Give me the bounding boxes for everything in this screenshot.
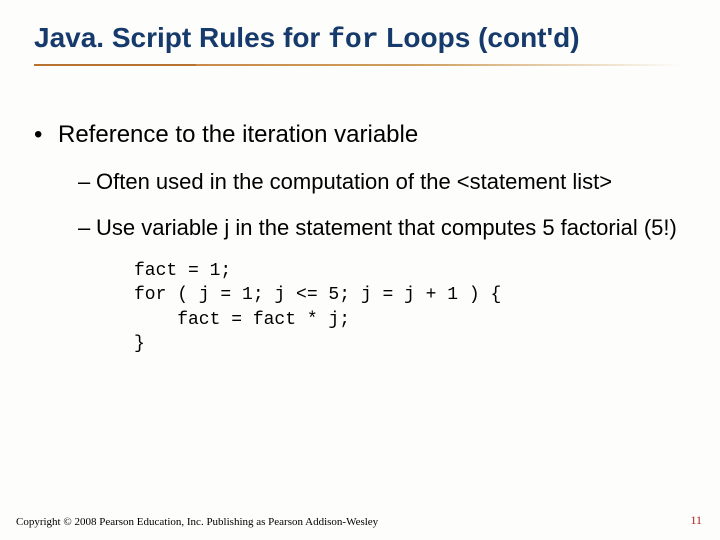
copyright-footer: Copyright © 2008 Pearson Education, Inc.…	[16, 516, 378, 528]
slide-body: Reference to the iteration variable Ofte…	[34, 120, 690, 356]
page-number: 11	[690, 513, 702, 528]
bullet-level2-b: Use variable j in the statement that com…	[34, 214, 690, 242]
bullet-level1: Reference to the iteration variable	[34, 120, 690, 150]
title-code: for	[328, 25, 378, 56]
slide: Java. Script Rules for for Loops (cont'd…	[0, 0, 720, 540]
title-pre: Java. Script Rules for	[34, 22, 328, 53]
title-post: Loops (cont'd)	[379, 22, 580, 53]
bullet-level2-a: Often used in the computation of the <st…	[34, 168, 690, 196]
code-sample: fact = 1; for ( j = 1; j <= 5; j = j + 1…	[34, 259, 690, 356]
title-underline	[34, 64, 682, 66]
slide-title: Java. Script Rules for for Loops (cont'd…	[34, 22, 700, 57]
